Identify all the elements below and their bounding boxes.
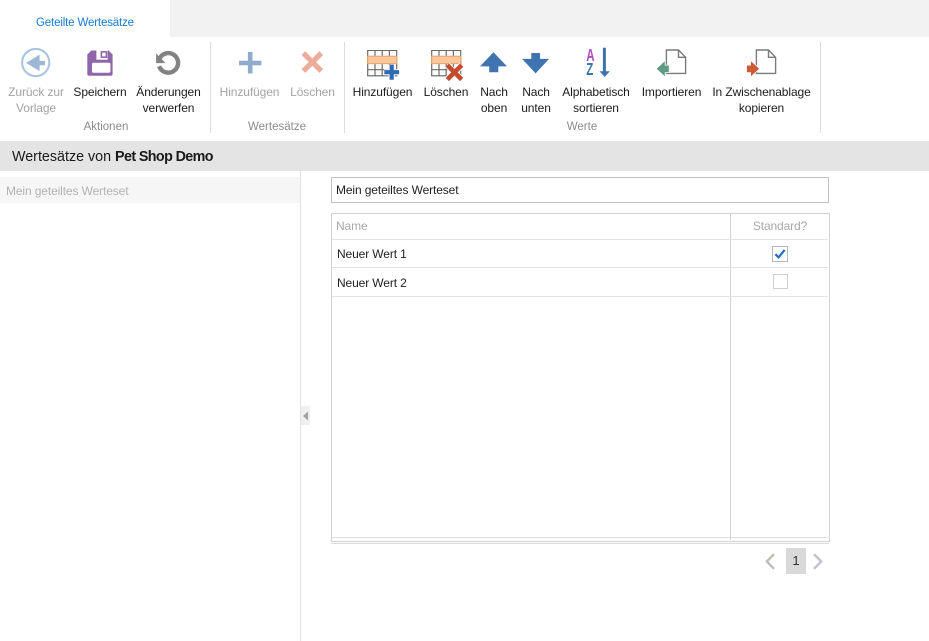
- svg-text:Z: Z: [586, 61, 593, 78]
